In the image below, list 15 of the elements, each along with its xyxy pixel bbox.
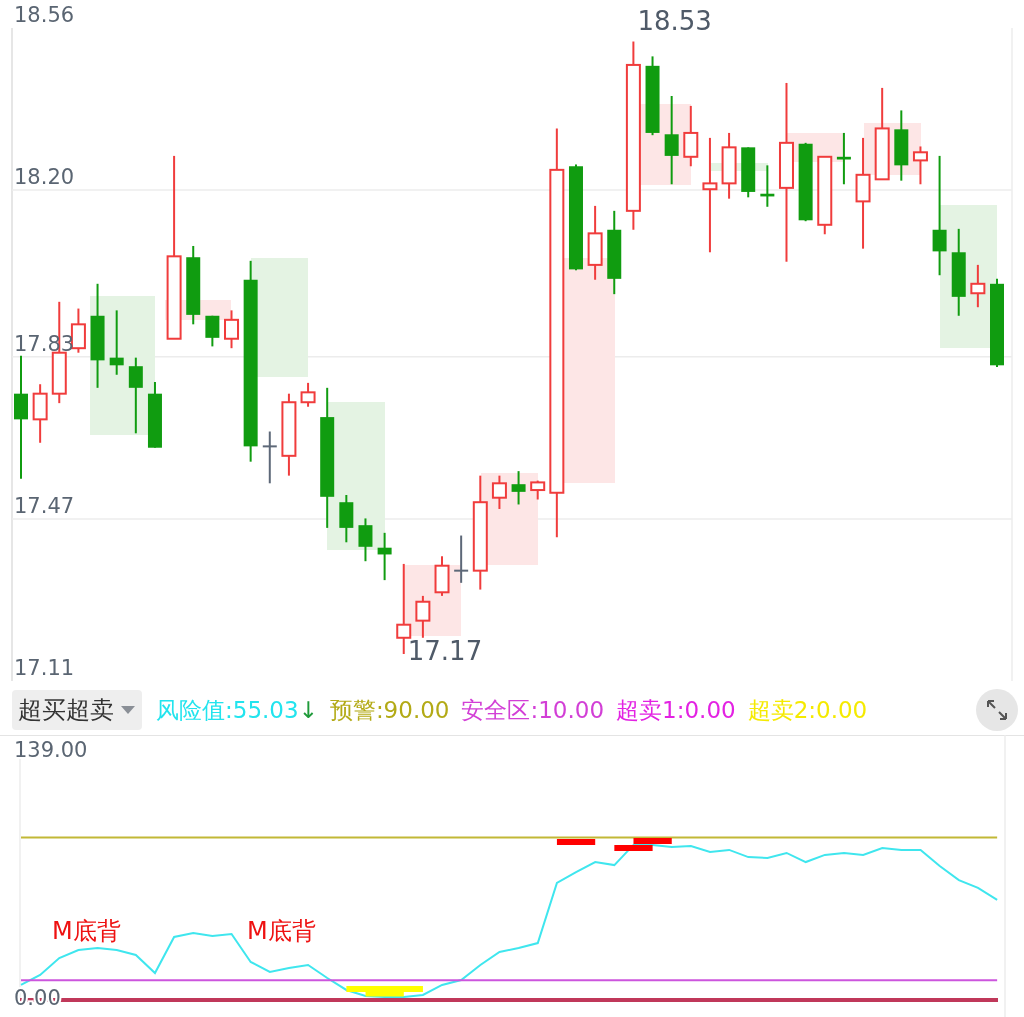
low-price-label: 17.17 bbox=[407, 636, 483, 666]
legend-item: 超卖2:0.00 bbox=[747, 696, 868, 723]
legend-item: 超卖1:0.00 bbox=[616, 696, 736, 723]
legend-item: 风险值:55.03 bbox=[156, 696, 299, 723]
legend-item: 预警:90.00 bbox=[329, 696, 450, 723]
legend-item: 安全区:10.00 bbox=[461, 696, 605, 723]
axis-label: 139.00 bbox=[14, 738, 88, 762]
signal-label: M底背 bbox=[247, 917, 316, 946]
axis-label: 17.11 bbox=[14, 656, 75, 680]
high-price-label: 18.53 bbox=[637, 5, 712, 36]
signal-label: M底背 bbox=[52, 917, 121, 946]
axis-label: 18.56 bbox=[14, 3, 75, 27]
axis-label: 17.47 bbox=[14, 493, 75, 518]
trend-arrow: ↓ bbox=[298, 696, 318, 723]
axis-label: 18.20 bbox=[14, 165, 75, 190]
